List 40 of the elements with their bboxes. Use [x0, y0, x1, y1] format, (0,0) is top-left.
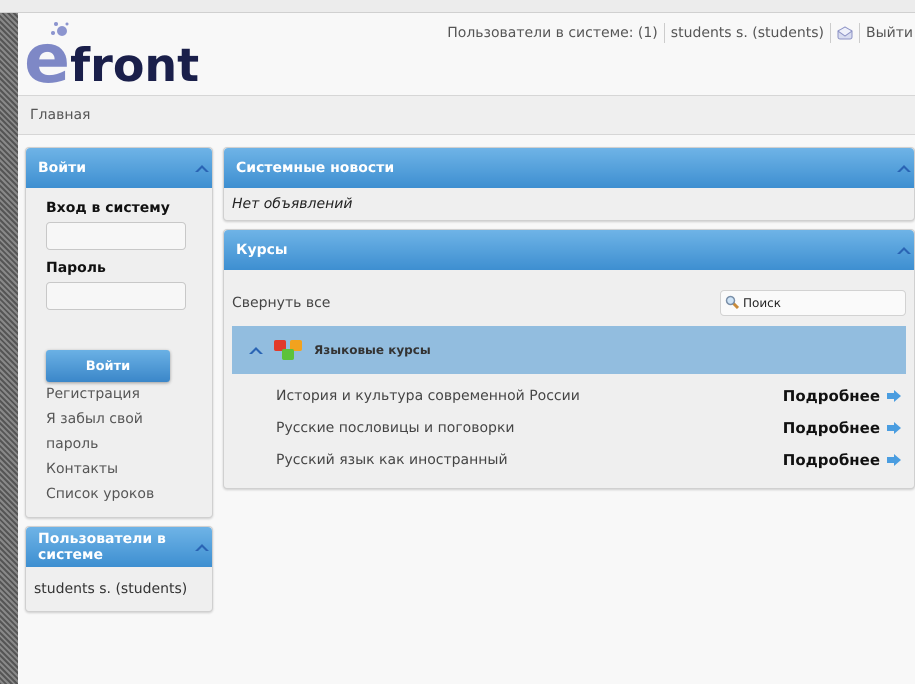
field-label: Вход в систему	[46, 200, 171, 216]
sidebar-link[interactable]: Регистрация	[46, 382, 192, 407]
online-users-link[interactable]: Пользователи в системе: (1)	[447, 25, 658, 41]
collapse-icon[interactable]	[896, 163, 912, 173]
collapse-icon[interactable]	[194, 542, 210, 552]
arrow-icon	[886, 421, 902, 435]
details-link[interactable]: Подробнее	[782, 419, 902, 437]
course-name[interactable]: Русский язык как иностранный	[276, 452, 508, 468]
course-name[interactable]: История и культура современной России	[276, 388, 580, 404]
logout-link[interactable]: Выйти	[866, 25, 913, 41]
user-link[interactable]: students s. (students)	[670, 25, 824, 41]
panel-title: Курсы	[236, 241, 288, 260]
bubbles-icon	[50, 21, 70, 39]
collapse-icon[interactable]	[896, 245, 912, 255]
collapse-icon[interactable]	[248, 345, 264, 355]
details-link[interactable]: Подробнее	[782, 387, 902, 405]
category-name: Языковые курсы	[314, 343, 431, 357]
sidebar-link[interactable]: Контакты	[46, 457, 192, 482]
sidebar-link[interactable]: Список уроков	[46, 482, 192, 507]
collapse-all-link[interactable]: Свернуть все	[232, 295, 330, 311]
panel-title: Пользователи в системе	[38, 530, 167, 565]
empty-message: Нет объявлений	[231, 195, 354, 214]
category-header[interactable]: Языковые курсы	[232, 326, 906, 374]
course-name[interactable]: Русские пословицы и поговорки	[276, 420, 514, 436]
panel-title: Войти	[38, 159, 86, 178]
envelope-icon[interactable]	[836, 26, 853, 40]
login-field[interactable]	[46, 222, 186, 250]
breadcrumb[interactable]: Главная	[30, 107, 90, 123]
password-field[interactable]	[46, 282, 186, 310]
search-icon	[725, 295, 739, 309]
online-user: students s. (students)	[34, 580, 188, 599]
details-link[interactable]: Подробнее	[782, 451, 902, 469]
logo: efront	[24, 19, 200, 95]
panel-title: Системные новости	[236, 159, 394, 178]
field-label: Пароль	[46, 260, 107, 276]
sidebar-link[interactable]: Я забыл свой пароль	[46, 407, 192, 457]
arrow-icon	[886, 453, 902, 467]
arrow-icon	[886, 389, 902, 403]
collapse-icon[interactable]	[194, 163, 210, 173]
search-field[interactable]: Поиск	[720, 290, 906, 316]
